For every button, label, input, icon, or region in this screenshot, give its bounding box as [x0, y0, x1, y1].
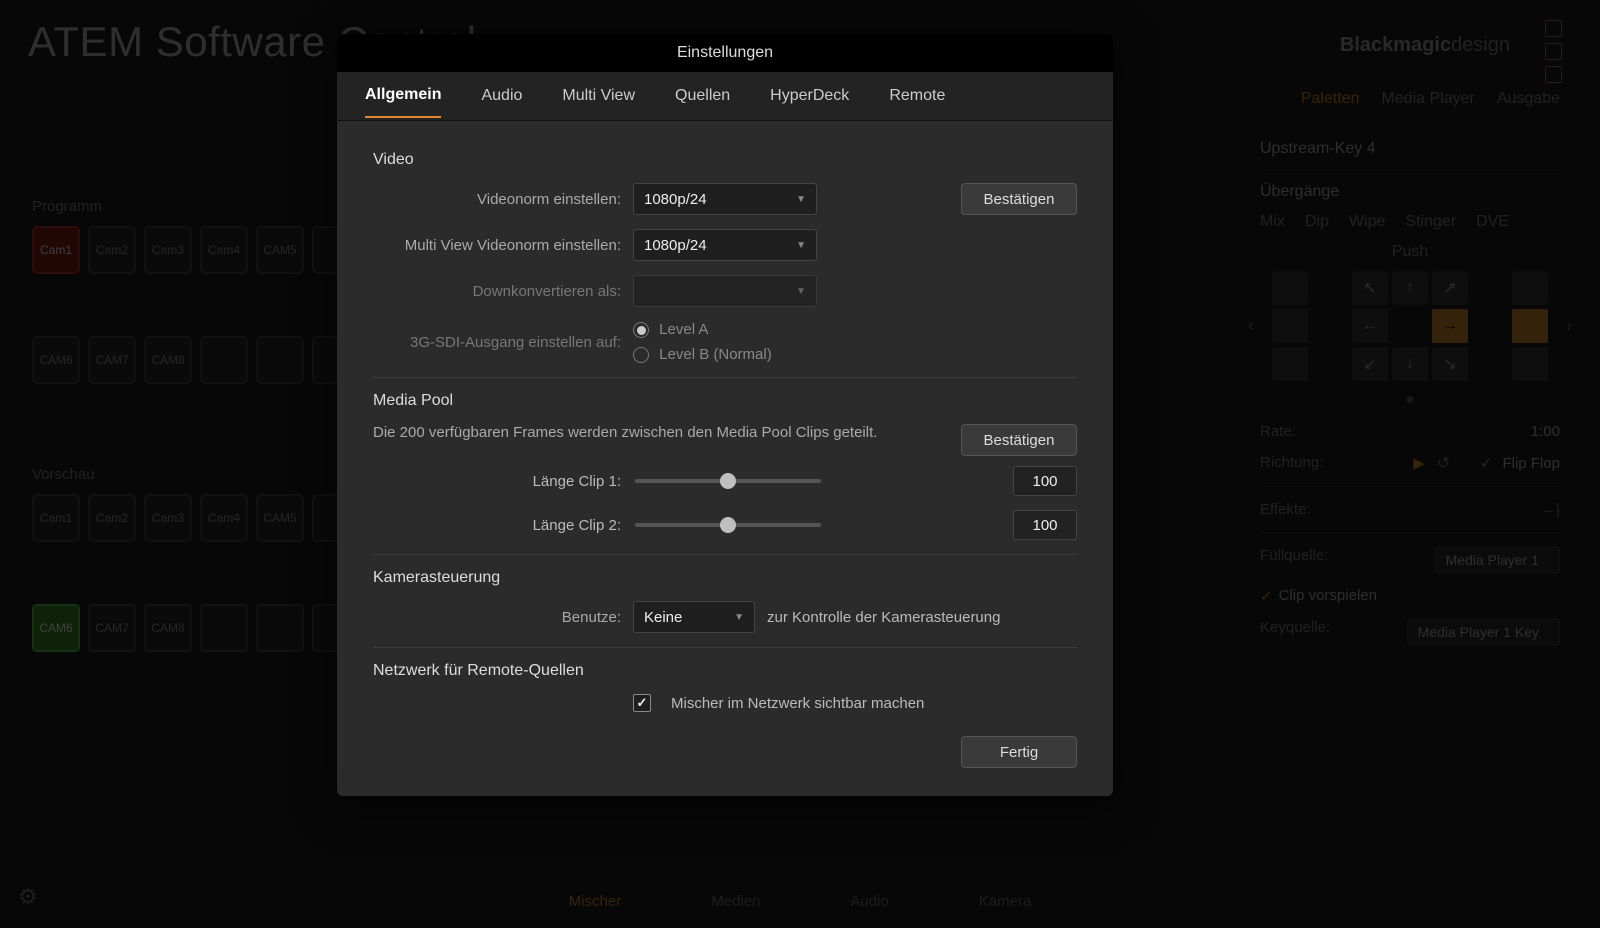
tab-remote[interactable]: Remote: [889, 87, 945, 117]
video-std-label: Videonorm einstellen:: [373, 191, 621, 208]
clip2-value[interactable]: 100: [1013, 510, 1077, 540]
camera-use-value: Keine: [644, 609, 682, 626]
clip2-slider[interactable]: [635, 523, 821, 527]
network-visible-label: Mischer im Netzwerk sichtbar machen: [671, 695, 924, 712]
tab-allgemein[interactable]: Allgemein: [365, 86, 441, 118]
modal-body: Video Videonorm einstellen: 1080p/24 ▼ B…: [337, 121, 1113, 736]
chevron-down-icon: ▼: [796, 286, 806, 297]
chevron-down-icon: ▼: [734, 612, 744, 623]
clip1-slider[interactable]: [635, 479, 821, 483]
clip1-label: Länge Clip 1:: [373, 473, 621, 490]
tab-multiview[interactable]: Multi View: [562, 87, 635, 117]
mv-std-value: 1080p/24: [644, 237, 707, 254]
modal-tab-bar: Allgemein Audio Multi View Quellen Hyper…: [337, 72, 1113, 121]
sdi-label: 3G-SDI-Ausgang einstellen auf:: [373, 334, 621, 351]
clip2-label: Länge Clip 2:: [373, 517, 621, 534]
mv-std-label: Multi View Videonorm einstellen:: [373, 237, 621, 254]
radio-level-b-label: Level B (Normal): [659, 346, 772, 363]
mediapool-confirm-button[interactable]: Bestätigen: [961, 424, 1077, 456]
settings-modal: Einstellungen Allgemein Audio Multi View…: [337, 34, 1113, 796]
radio-level-b[interactable]: [633, 347, 649, 363]
network-visible-checkbox[interactable]: [633, 694, 651, 712]
downconvert-dropdown[interactable]: ▼: [633, 275, 817, 307]
radio-level-a[interactable]: [633, 322, 649, 338]
clip1-value[interactable]: 100: [1013, 466, 1077, 496]
modal-footer: Fertig: [337, 736, 1113, 796]
video-confirm-button[interactable]: Bestätigen: [961, 183, 1077, 215]
camera-use-label: Benutze:: [373, 609, 621, 626]
chevron-down-icon: ▼: [796, 194, 806, 205]
video-std-dropdown[interactable]: 1080p/24 ▼: [633, 183, 817, 215]
tab-audio-settings[interactable]: Audio: [481, 87, 522, 117]
camera-heading: Kamerasteuerung: [373, 569, 1077, 587]
radio-level-a-label: Level A: [659, 321, 708, 338]
mediapool-heading: Media Pool: [373, 392, 1077, 410]
network-heading: Netzwerk für Remote-Quellen: [373, 662, 1077, 680]
video-heading: Video: [373, 151, 1077, 169]
chevron-down-icon: ▼: [796, 240, 806, 251]
downconvert-label: Downkonvertieren als:: [373, 283, 621, 300]
video-std-value: 1080p/24: [644, 191, 707, 208]
sdi-options: Level A Level B (Normal): [633, 321, 772, 363]
mediapool-desc: Die 200 verfügbaren Frames werden zwisch…: [373, 424, 949, 441]
tab-quellen[interactable]: Quellen: [675, 87, 730, 117]
tab-hyperdeck[interactable]: HyperDeck: [770, 87, 849, 117]
done-button[interactable]: Fertig: [961, 736, 1077, 768]
camera-use-dropdown[interactable]: Keine ▼: [633, 601, 755, 633]
camera-use-suffix: zur Kontrolle der Kamerasteuerung: [767, 609, 1000, 626]
mv-std-dropdown[interactable]: 1080p/24 ▼: [633, 229, 817, 261]
modal-title: Einstellungen: [337, 34, 1113, 72]
